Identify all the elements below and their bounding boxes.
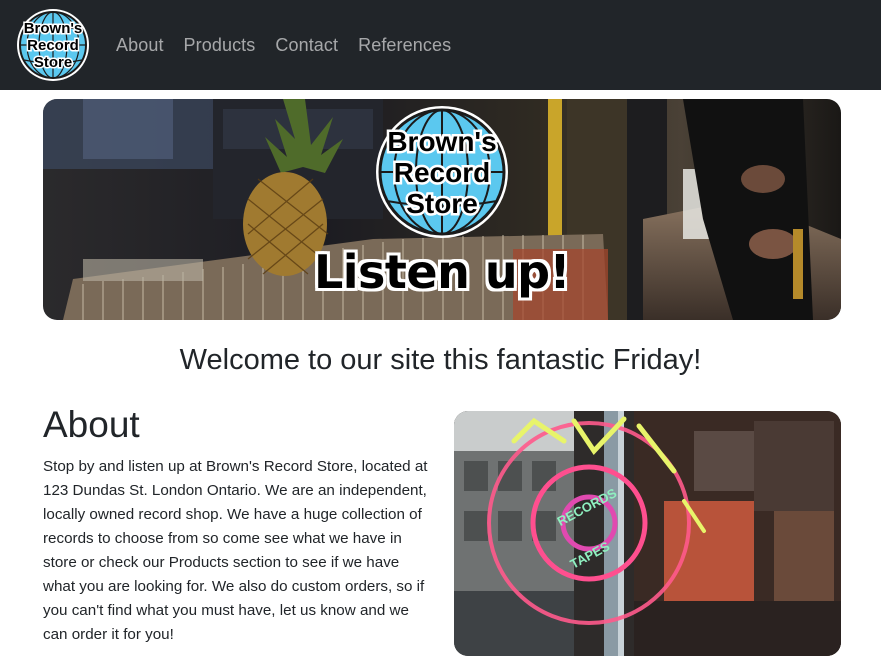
hero-banner: Brown's Record Store Listen up! xyxy=(43,99,841,320)
logo-line-2: Record xyxy=(27,37,79,54)
hero-title: Listen up! xyxy=(313,244,572,300)
globe-logo-icon: Brown's Record Store xyxy=(376,106,508,238)
neon-sign-photo: RECORDS TAPES xyxy=(454,411,841,656)
nav-link-about[interactable]: About xyxy=(116,35,164,56)
nav-link-products[interactable]: Products xyxy=(184,35,256,56)
logo-line-3: Store xyxy=(34,54,72,71)
welcome-heading: Welcome to our site this fantastic Frida… xyxy=(179,344,702,376)
logo-line-1: Brown's xyxy=(24,20,83,37)
nav-link-contact[interactable]: Contact xyxy=(275,35,338,56)
hero-globe-logo: Brown's Record Store xyxy=(373,103,511,241)
brand-logo[interactable]: Brown's Record Store xyxy=(16,8,90,82)
hero-logo-line-3: Store xyxy=(406,188,478,219)
about-heading: About xyxy=(43,404,140,445)
globe-logo-icon: Brown's Record Store xyxy=(17,9,89,81)
hero-logo-line-1: Brown's xyxy=(387,126,496,157)
navbar: Brown's Record Store About Products Cont… xyxy=(0,0,881,90)
about-paragraph: Stop by and listen up at Brown's Record … xyxy=(43,458,428,643)
hero-logo-line-2: Record xyxy=(394,157,490,188)
nav-links: About Products Contact References xyxy=(106,0,461,90)
nav-link-references[interactable]: References xyxy=(358,35,451,56)
